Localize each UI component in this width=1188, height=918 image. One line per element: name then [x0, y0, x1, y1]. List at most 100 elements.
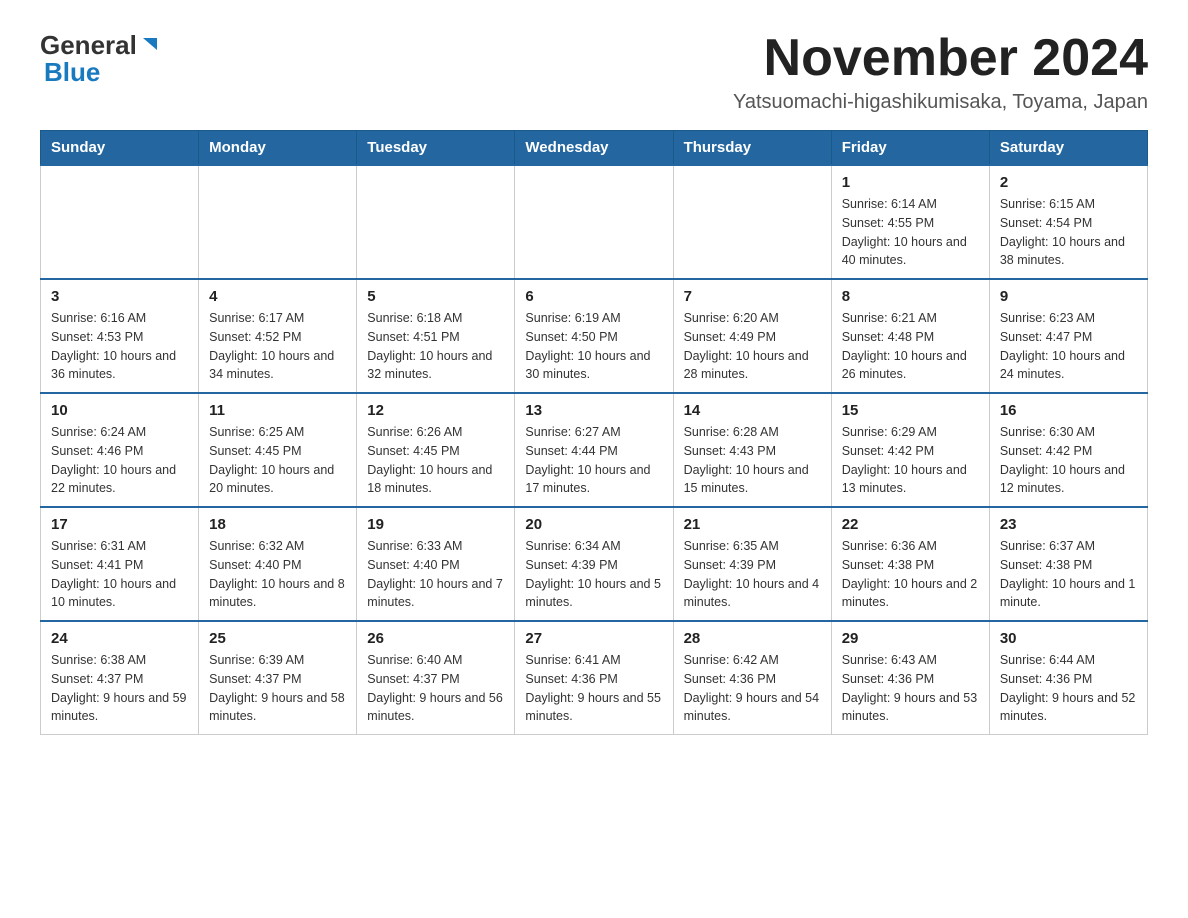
table-row: 15 Sunrise: 6:29 AM Sunset: 4:42 PM Dayli…	[831, 393, 989, 507]
col-tuesday: Tuesday	[357, 131, 515, 166]
table-row: 14 Sunrise: 6:28 AM Sunset: 4:43 PM Dayli…	[673, 393, 831, 507]
calendar-week-row: 17 Sunrise: 6:31 AM Sunset: 4:41 PM Dayli…	[41, 507, 1148, 621]
col-wednesday: Wednesday	[515, 131, 673, 166]
table-row: 9 Sunrise: 6:23 AM Sunset: 4:47 PM Daylig…	[989, 279, 1147, 393]
day-number: 26	[367, 630, 504, 647]
col-sunday: Sunday	[41, 131, 199, 166]
day-number: 24	[51, 630, 188, 647]
day-number: 7	[684, 288, 821, 305]
day-info: Sunrise: 6:23 AM Sunset: 4:47 PM Dayligh…	[1000, 309, 1137, 384]
day-number: 18	[209, 516, 346, 533]
table-row: 22 Sunrise: 6:36 AM Sunset: 4:38 PM Dayli…	[831, 507, 989, 621]
day-info: Sunrise: 6:42 AM Sunset: 4:36 PM Dayligh…	[684, 651, 821, 726]
day-number: 6	[525, 288, 662, 305]
day-number: 4	[209, 288, 346, 305]
table-row: 30Sunrise: 6:44 AM Sunset: 4:36 PM Dayli…	[989, 621, 1147, 735]
day-number: 3	[51, 288, 188, 305]
day-info: Sunrise: 6:26 AM Sunset: 4:45 PM Dayligh…	[367, 423, 504, 498]
day-info: Sunrise: 6:16 AM Sunset: 4:53 PM Dayligh…	[51, 309, 188, 384]
table-row: 11 Sunrise: 6:25 AM Sunset: 4:45 PM Dayli…	[199, 393, 357, 507]
calendar-header-row: Sunday Monday Tuesday Wednesday Thursday…	[41, 131, 1148, 166]
table-row	[357, 165, 515, 279]
day-info: Sunrise: 6:28 AM Sunset: 4:43 PM Dayligh…	[684, 423, 821, 498]
table-row: 5 Sunrise: 6:18 AM Sunset: 4:51 PM Daylig…	[357, 279, 515, 393]
day-info: Sunrise: 6:29 AM Sunset: 4:42 PM Dayligh…	[842, 423, 979, 498]
day-number: 5	[367, 288, 504, 305]
calendar-week-row: 3 Sunrise: 6:16 AM Sunset: 4:53 PM Daylig…	[41, 279, 1148, 393]
month-year-title: November 2024	[733, 30, 1148, 87]
table-row: 8 Sunrise: 6:21 AM Sunset: 4:48 PM Daylig…	[831, 279, 989, 393]
logo-blue-text: Blue	[40, 57, 100, 88]
table-row: 28Sunrise: 6:42 AM Sunset: 4:36 PM Dayli…	[673, 621, 831, 735]
table-row	[41, 165, 199, 279]
day-info: Sunrise: 6:38 AM Sunset: 4:37 PM Dayligh…	[51, 651, 188, 726]
day-number: 8	[842, 288, 979, 305]
table-row: 18 Sunrise: 6:32 AM Sunset: 4:40 PM Dayli…	[199, 507, 357, 621]
table-row: 12 Sunrise: 6:26 AM Sunset: 4:45 PM Dayli…	[357, 393, 515, 507]
col-monday: Monday	[199, 131, 357, 166]
table-row: 20Sunrise: 6:34 AM Sunset: 4:39 PM Dayli…	[515, 507, 673, 621]
day-info: Sunrise: 6:36 AM Sunset: 4:38 PM Dayligh…	[842, 537, 979, 612]
day-number: 11	[209, 402, 346, 419]
table-row: 26Sunrise: 6:40 AM Sunset: 4:37 PM Dayli…	[357, 621, 515, 735]
day-info: Sunrise: 6:27 AM Sunset: 4:44 PM Dayligh…	[525, 423, 662, 498]
calendar-week-row: 10 Sunrise: 6:24 AM Sunset: 4:46 PM Dayli…	[41, 393, 1148, 507]
day-info: Sunrise: 6:20 AM Sunset: 4:49 PM Dayligh…	[684, 309, 821, 384]
day-number: 29	[842, 630, 979, 647]
day-number: 21	[684, 516, 821, 533]
day-number: 20	[525, 516, 662, 533]
day-number: 23	[1000, 516, 1137, 533]
day-number: 15	[842, 402, 979, 419]
col-saturday: Saturday	[989, 131, 1147, 166]
day-info: Sunrise: 6:32 AM Sunset: 4:40 PM Dayligh…	[209, 537, 346, 612]
table-row: 27 Sunrise: 6:41 AM Sunset: 4:36 PM Dayli…	[515, 621, 673, 735]
day-number: 13	[525, 402, 662, 419]
table-row: 13 Sunrise: 6:27 AM Sunset: 4:44 PM Dayli…	[515, 393, 673, 507]
table-row: 10 Sunrise: 6:24 AM Sunset: 4:46 PM Dayli…	[41, 393, 199, 507]
day-info: Sunrise: 6:24 AM Sunset: 4:46 PM Dayligh…	[51, 423, 188, 498]
table-row: 7 Sunrise: 6:20 AM Sunset: 4:49 PM Daylig…	[673, 279, 831, 393]
day-number: 16	[1000, 402, 1137, 419]
calendar-table: Sunday Monday Tuesday Wednesday Thursday…	[40, 130, 1148, 735]
table-row: 2Sunrise: 6:15 AM Sunset: 4:54 PM Daylig…	[989, 165, 1147, 279]
logo-arrow-icon	[139, 34, 161, 56]
table-row	[673, 165, 831, 279]
table-row: 1Sunrise: 6:14 AM Sunset: 4:55 PM Daylig…	[831, 165, 989, 279]
day-number: 27	[525, 630, 662, 647]
table-row	[515, 165, 673, 279]
day-number: 9	[1000, 288, 1137, 305]
day-number: 1	[842, 174, 979, 191]
day-info: Sunrise: 6:37 AM Sunset: 4:38 PM Dayligh…	[1000, 537, 1137, 612]
day-number: 22	[842, 516, 979, 533]
table-row: 25Sunrise: 6:39 AM Sunset: 4:37 PM Dayli…	[199, 621, 357, 735]
day-info: Sunrise: 6:41 AM Sunset: 4:36 PM Dayligh…	[525, 651, 662, 726]
day-info: Sunrise: 6:39 AM Sunset: 4:37 PM Dayligh…	[209, 651, 346, 726]
calendar-week-row: 24 Sunrise: 6:38 AM Sunset: 4:37 PM Dayli…	[41, 621, 1148, 735]
page-header: General Blue November 2024 Yatsuomachi-h…	[40, 30, 1148, 114]
day-number: 2	[1000, 174, 1137, 191]
table-row: 21Sunrise: 6:35 AM Sunset: 4:39 PM Dayli…	[673, 507, 831, 621]
day-info: Sunrise: 6:31 AM Sunset: 4:41 PM Dayligh…	[51, 537, 188, 612]
table-row: 16Sunrise: 6:30 AM Sunset: 4:42 PM Dayli…	[989, 393, 1147, 507]
day-info: Sunrise: 6:44 AM Sunset: 4:36 PM Dayligh…	[1000, 651, 1137, 726]
day-number: 14	[684, 402, 821, 419]
day-info: Sunrise: 6:21 AM Sunset: 4:48 PM Dayligh…	[842, 309, 979, 384]
day-info: Sunrise: 6:18 AM Sunset: 4:51 PM Dayligh…	[367, 309, 504, 384]
day-info: Sunrise: 6:25 AM Sunset: 4:45 PM Dayligh…	[209, 423, 346, 498]
day-number: 12	[367, 402, 504, 419]
table-row: 29 Sunrise: 6:43 AM Sunset: 4:36 PM Dayli…	[831, 621, 989, 735]
col-thursday: Thursday	[673, 131, 831, 166]
day-number: 17	[51, 516, 188, 533]
table-row: 19 Sunrise: 6:33 AM Sunset: 4:40 PM Dayli…	[357, 507, 515, 621]
day-number: 10	[51, 402, 188, 419]
calendar-week-row: 1Sunrise: 6:14 AM Sunset: 4:55 PM Daylig…	[41, 165, 1148, 279]
day-number: 19	[367, 516, 504, 533]
location-subtitle: Yatsuomachi-higashikumisaka, Toyama, Jap…	[733, 91, 1148, 114]
table-row: 3 Sunrise: 6:16 AM Sunset: 4:53 PM Daylig…	[41, 279, 199, 393]
day-info: Sunrise: 6:17 AM Sunset: 4:52 PM Dayligh…	[209, 309, 346, 384]
table-row: 23 Sunrise: 6:37 AM Sunset: 4:38 PM Dayli…	[989, 507, 1147, 621]
logo: General Blue	[40, 30, 161, 88]
day-info: Sunrise: 6:43 AM Sunset: 4:36 PM Dayligh…	[842, 651, 979, 726]
day-info: Sunrise: 6:33 AM Sunset: 4:40 PM Dayligh…	[367, 537, 504, 612]
table-row: 24 Sunrise: 6:38 AM Sunset: 4:37 PM Dayli…	[41, 621, 199, 735]
